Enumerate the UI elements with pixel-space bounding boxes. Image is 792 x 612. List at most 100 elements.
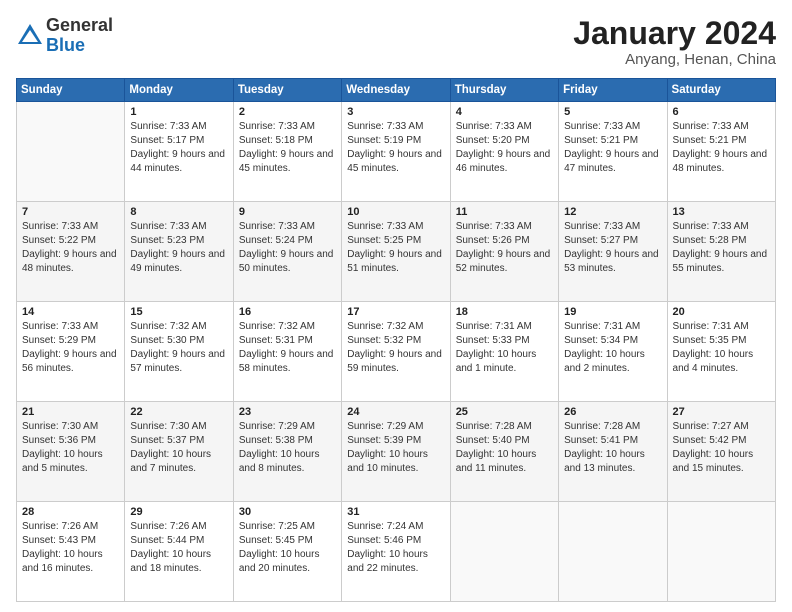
table-row xyxy=(667,502,775,602)
calendar-body: 1 Sunrise: 7:33 AMSunset: 5:17 PMDaylight… xyxy=(17,102,776,602)
table-row xyxy=(450,502,558,602)
day-number: 31 xyxy=(347,506,444,518)
table-row: 20 Sunrise: 7:31 AMSunset: 5:35 PMDayligh… xyxy=(667,302,775,402)
table-row: 3Sunrise: 7:33 AMSunset: 5:19 PMDaylight… xyxy=(342,102,450,202)
day-number: 13 xyxy=(673,206,770,218)
day-number: 7 xyxy=(22,206,119,218)
table-row: 17Sunrise: 7:32 AMSunset: 5:32 PMDayligh… xyxy=(342,302,450,402)
table-row: 10 Sunrise: 7:33 AMSunset: 5:25 PMDayligh… xyxy=(342,202,450,302)
table-row: 7 Sunrise: 7:33 AMSunset: 5:22 PMDaylight… xyxy=(17,202,125,302)
table-row: 16 Sunrise: 7:32 AMSunset: 5:31 PMDayligh… xyxy=(233,302,341,402)
day-info: Sunrise: 7:33 AMSunset: 5:25 PMDaylight:… xyxy=(347,220,444,276)
month-title: January 2024 xyxy=(573,16,776,51)
header: General Blue January 2024 Anyang, Henan,… xyxy=(16,16,776,68)
day-number: 9 xyxy=(239,206,336,218)
col-tuesday: Tuesday xyxy=(233,79,341,102)
title-block: January 2024 Anyang, Henan, China xyxy=(573,16,776,68)
calendar-table: Sunday Monday Tuesday Wednesday Thursday… xyxy=(16,78,776,602)
day-number: 2 xyxy=(239,106,336,118)
col-friday: Friday xyxy=(559,79,667,102)
day-number: 4 xyxy=(456,106,553,118)
day-number: 14 xyxy=(22,306,119,318)
table-row: 14Sunrise: 7:33 AMSunset: 5:29 PMDayligh… xyxy=(17,302,125,402)
day-number: 29 xyxy=(130,506,227,518)
col-thursday: Thursday xyxy=(450,79,558,102)
logo-general: General xyxy=(46,16,113,36)
logo-icon xyxy=(16,22,44,50)
day-info: Sunrise: 7:33 AMSunset: 5:17 PMDaylight:… xyxy=(130,120,227,176)
header-row: Sunday Monday Tuesday Wednesday Thursday… xyxy=(17,79,776,102)
day-info: Sunrise: 7:32 AMSunset: 5:31 PMDaylight:… xyxy=(239,320,336,376)
table-row: 13 Sunrise: 7:33 AMSunset: 5:28 PMDayligh… xyxy=(667,202,775,302)
day-info: Sunrise: 7:33 AMSunset: 5:26 PMDaylight:… xyxy=(456,220,553,276)
day-number: 19 xyxy=(564,306,661,318)
table-row: 11Sunrise: 7:33 AMSunset: 5:26 PMDayligh… xyxy=(450,202,558,302)
day-info: Sunrise: 7:33 AMSunset: 5:20 PMDaylight:… xyxy=(456,120,553,176)
day-number: 26 xyxy=(564,406,661,418)
day-info: Sunrise: 7:28 AMSunset: 5:41 PMDaylight:… xyxy=(564,420,661,476)
table-row: 9 Sunrise: 7:33 AMSunset: 5:24 PMDaylight… xyxy=(233,202,341,302)
day-number: 12 xyxy=(564,206,661,218)
day-info: Sunrise: 7:28 AMSunset: 5:40 PMDaylight:… xyxy=(456,420,553,476)
table-row xyxy=(17,102,125,202)
day-info: Sunrise: 7:33 AMSunset: 5:22 PMDaylight:… xyxy=(22,220,119,276)
calendar-week-3: 14Sunrise: 7:33 AMSunset: 5:29 PMDayligh… xyxy=(17,302,776,402)
day-info: Sunrise: 7:29 AMSunset: 5:39 PMDaylight:… xyxy=(347,420,444,476)
day-number: 6 xyxy=(673,106,770,118)
day-number: 22 xyxy=(130,406,227,418)
table-row: 26 Sunrise: 7:28 AMSunset: 5:41 PMDayligh… xyxy=(559,402,667,502)
day-info: Sunrise: 7:31 AMSunset: 5:34 PMDaylight:… xyxy=(564,320,661,376)
day-number: 5 xyxy=(564,106,661,118)
day-info: Sunrise: 7:31 AMSunset: 5:35 PMDaylight:… xyxy=(673,320,770,376)
day-info: Sunrise: 7:33 AMSunset: 5:24 PMDaylight:… xyxy=(239,220,336,276)
col-wednesday: Wednesday xyxy=(342,79,450,102)
table-row: 25 Sunrise: 7:28 AMSunset: 5:40 PMDayligh… xyxy=(450,402,558,502)
day-number: 24 xyxy=(347,406,444,418)
col-monday: Monday xyxy=(125,79,233,102)
day-number: 1 xyxy=(130,106,227,118)
day-number: 21 xyxy=(22,406,119,418)
day-number: 8 xyxy=(130,206,227,218)
table-row: 24 Sunrise: 7:29 AMSunset: 5:39 PMDayligh… xyxy=(342,402,450,502)
col-sunday: Sunday xyxy=(17,79,125,102)
table-row: 31 Sunrise: 7:24 AMSunset: 5:46 PMDayligh… xyxy=(342,502,450,602)
day-info: Sunrise: 7:30 AMSunset: 5:36 PMDaylight:… xyxy=(22,420,119,476)
table-row xyxy=(559,502,667,602)
day-info: Sunrise: 7:32 AMSunset: 5:30 PMDaylight:… xyxy=(130,320,227,376)
table-row: 4 Sunrise: 7:33 AMSunset: 5:20 PMDaylight… xyxy=(450,102,558,202)
day-info: Sunrise: 7:31 AMSunset: 5:33 PMDaylight:… xyxy=(456,320,553,376)
table-row: 8 Sunrise: 7:33 AMSunset: 5:23 PMDaylight… xyxy=(125,202,233,302)
day-info: Sunrise: 7:26 AMSunset: 5:44 PMDaylight:… xyxy=(130,520,227,576)
day-info: Sunrise: 7:33 AMSunset: 5:18 PMDaylight:… xyxy=(239,120,336,176)
table-row: 23Sunrise: 7:29 AMSunset: 5:38 PMDayligh… xyxy=(233,402,341,502)
table-row: 29 Sunrise: 7:26 AMSunset: 5:44 PMDayligh… xyxy=(125,502,233,602)
day-info: Sunrise: 7:33 AMSunset: 5:23 PMDaylight:… xyxy=(130,220,227,276)
table-row: 27Sunrise: 7:27 AMSunset: 5:42 PMDayligh… xyxy=(667,402,775,502)
table-row: 18Sunrise: 7:31 AMSunset: 5:33 PMDayligh… xyxy=(450,302,558,402)
day-info: Sunrise: 7:30 AMSunset: 5:37 PMDaylight:… xyxy=(130,420,227,476)
table-row: 22 Sunrise: 7:30 AMSunset: 5:37 PMDayligh… xyxy=(125,402,233,502)
day-info: Sunrise: 7:24 AMSunset: 5:46 PMDaylight:… xyxy=(347,520,444,576)
page: General Blue January 2024 Anyang, Henan,… xyxy=(0,0,792,612)
calendar-week-4: 21 Sunrise: 7:30 AMSunset: 5:36 PMDayligh… xyxy=(17,402,776,502)
table-row: 2 Sunrise: 7:33 AMSunset: 5:18 PMDaylight… xyxy=(233,102,341,202)
table-row: 30 Sunrise: 7:25 AMSunset: 5:45 PMDayligh… xyxy=(233,502,341,602)
location-subtitle: Anyang, Henan, China xyxy=(573,51,776,68)
calendar-header: Sunday Monday Tuesday Wednesday Thursday… xyxy=(17,79,776,102)
day-info: Sunrise: 7:29 AMSunset: 5:38 PMDaylight:… xyxy=(239,420,336,476)
day-number: 25 xyxy=(456,406,553,418)
day-info: Sunrise: 7:33 AMSunset: 5:28 PMDaylight:… xyxy=(673,220,770,276)
table-row: 21 Sunrise: 7:30 AMSunset: 5:36 PMDayligh… xyxy=(17,402,125,502)
day-number: 20 xyxy=(673,306,770,318)
day-number: 16 xyxy=(239,306,336,318)
table-row: 5Sunrise: 7:33 AMSunset: 5:21 PMDaylight… xyxy=(559,102,667,202)
day-info: Sunrise: 7:25 AMSunset: 5:45 PMDaylight:… xyxy=(239,520,336,576)
table-row: 12 Sunrise: 7:33 AMSunset: 5:27 PMDayligh… xyxy=(559,202,667,302)
day-number: 30 xyxy=(239,506,336,518)
table-row: 1 Sunrise: 7:33 AMSunset: 5:17 PMDaylight… xyxy=(125,102,233,202)
logo: General Blue xyxy=(16,16,113,56)
day-number: 10 xyxy=(347,206,444,218)
day-info: Sunrise: 7:33 AMSunset: 5:27 PMDaylight:… xyxy=(564,220,661,276)
calendar-week-5: 28Sunrise: 7:26 AMSunset: 5:43 PMDayligh… xyxy=(17,502,776,602)
table-row: 6Sunrise: 7:33 AMSunset: 5:21 PMDaylight… xyxy=(667,102,775,202)
